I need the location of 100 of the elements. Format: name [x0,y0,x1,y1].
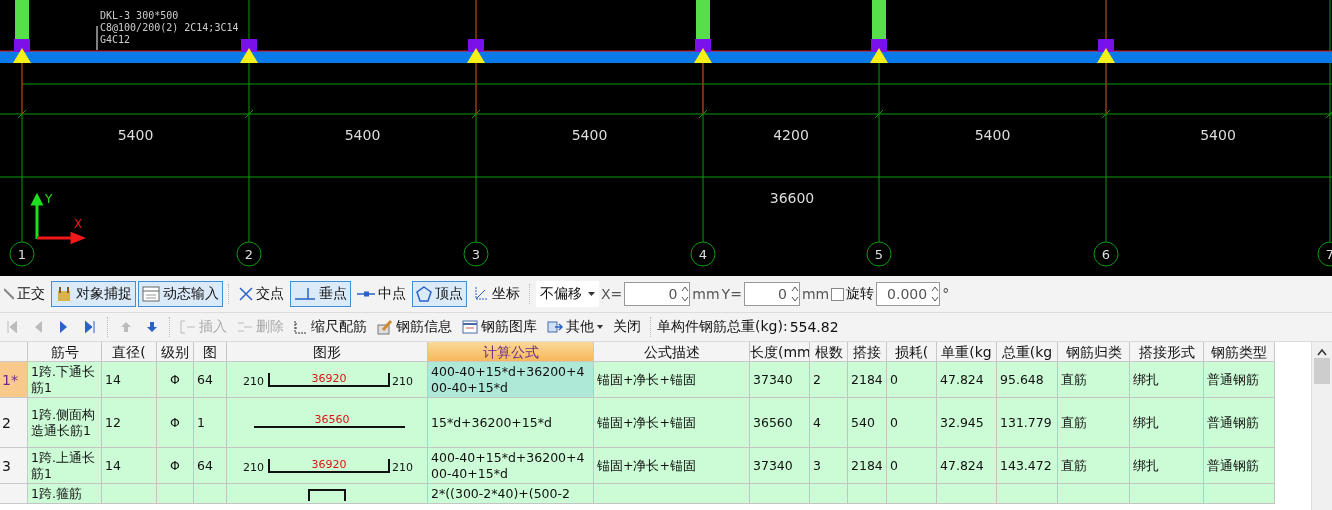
dimension-label: 5400 [344,127,381,143]
table-cell [848,484,887,504]
snap-button[interactable]: 顶点 [412,281,467,307]
perpendicular-icon [294,287,316,301]
beam-and-columns-drawing[interactable] [0,0,1332,63]
midpoint-icon [357,290,375,298]
column-header[interactable]: 搭接形式 [1130,342,1204,362]
x-field[interactable]: 0 [624,282,691,306]
axis-label: 4 [698,247,708,262]
scrollbar[interactable] [1311,342,1332,510]
column-header[interactable]: 钢筋归类 [1058,342,1130,362]
rotate-field[interactable]: 0.000 [876,282,941,306]
table-cell: 131.779 [997,398,1058,448]
table-cell: 普通钢筋 [1204,362,1275,398]
column-header[interactable]: 公式描述 [594,342,750,362]
column-header[interactable]: 钢筋类型 [1204,342,1275,362]
last-icon [85,321,95,333]
table-cell [887,484,937,504]
rotate-label: 旋转 [846,285,875,303]
table-cell: 锚固+净长+锚固 [594,448,750,484]
dimension-label: 5400 [117,127,154,143]
table-cell: 1跨.上通长筋1 [28,448,102,484]
table-cell: 14 [102,448,157,484]
column-header[interactable]: 总重(kg [997,342,1058,362]
beam-annotation: DKL-3 300*500 [100,10,179,21]
table-cell: Φ [157,362,194,398]
toggle-button[interactable]: 正交 [0,281,49,307]
toggle-button[interactable]: 对象捕捉 [51,281,136,307]
axis-circle [463,241,489,267]
row-header[interactable]: 1* [0,362,28,398]
arrow-icon [547,320,563,334]
column-header[interactable]: 长度(mm [750,342,810,362]
axes-icon [473,286,489,302]
axis-label: 2 [244,247,254,262]
total-weight-label: 单构件钢筋总重(kg): [657,318,788,336]
table-cell: 0 [887,362,937,398]
table-cell: 36560 [750,398,810,448]
table-cell: 1跨.箍筋 [28,484,102,504]
offset-dropdown[interactable]: 不偏移 [536,281,599,307]
column-header[interactable]: 根数 [810,342,848,362]
toolbar-button[interactable]: 钢筋信息 [373,314,456,340]
dimension-label: 5400 [571,127,608,143]
table-cell: 64 [194,448,227,484]
dimension-label: 5400 [974,127,1011,143]
caret-icon [597,325,603,329]
table-cell: 400-40+15*d+36200+400-40+15*d [428,362,594,398]
column-header[interactable]: 图形 [227,342,428,362]
table-cell: 0 [887,398,937,448]
table-cell: 12 [102,398,157,448]
snap-button[interactable]: 垂点 [290,281,351,307]
table-cell: 绑扎 [1130,362,1204,398]
table-cell: 32.945 [937,398,997,448]
row-header[interactable]: 2 [0,398,28,448]
row-header[interactable] [0,484,28,504]
table-cell [102,484,157,504]
column-header[interactable]: 筋号 [28,342,102,362]
scrollbar-thumb[interactable] [1314,358,1330,384]
y-field[interactable]: 0 [743,282,800,306]
toolbar-button[interactable]: 关闭 [609,314,645,340]
pentagon-icon [416,286,432,302]
axis-circle [866,241,892,267]
column-header[interactable]: 级别 [157,342,194,362]
table-cell: 直筋 [1058,398,1130,448]
dimension-label: 5400 [1200,127,1236,143]
table-cell [997,484,1058,504]
rotate-checkbox[interactable] [831,287,845,301]
column-header[interactable]: 单重(kg [937,342,997,362]
snap-button[interactable]: 坐标 [469,281,524,307]
table-cell: 64 [194,362,227,398]
table-cell: 37340 [750,362,810,398]
table-corner[interactable] [0,342,28,362]
rebar-shape-drawing: 210 36920 210 [232,454,422,477]
toolbar-button[interactable]: 其他 [543,314,607,340]
table-cell: 143.472 [997,448,1058,484]
column-header[interactable]: 损耗( [887,342,937,362]
toolbar-button[interactable]: 缩尺配筋 [290,314,371,340]
column-header[interactable]: 计算公式 [428,342,594,362]
table-cell: 400-40+15*d+36200+400-40+15*d [428,448,594,484]
row-header[interactable]: 3 [0,448,28,484]
snap-button[interactable]: 中点 [353,281,410,307]
magnet-icon [55,285,73,303]
rebar-shape-drawing [307,486,347,501]
toggle-button[interactable]: 动态输入 [138,281,223,307]
table-cell: 2 [810,362,848,398]
unit-label: mm [692,286,720,302]
table-cell [750,484,810,504]
ucs-axes-icon [31,192,87,244]
snap-button[interactable]: 交点 [235,281,288,307]
table-cell: 1跨.下通长筋1 [28,362,102,398]
column-header[interactable]: 图 [194,342,227,362]
table-cell: Φ [157,398,194,448]
table-cell: 普通钢筋 [1204,448,1275,484]
axis-label: Y [45,192,53,206]
column-header[interactable]: 搭接 [848,342,887,362]
table-cell: 14 [102,362,157,398]
column-header[interactable]: 直径( [102,342,157,362]
table-cell [937,484,997,504]
cross-icon [239,287,253,301]
toolbar-button[interactable]: 钢筋图库 [458,314,541,340]
table-cell: 2*((300-2*40)+(500-2 [428,484,594,504]
